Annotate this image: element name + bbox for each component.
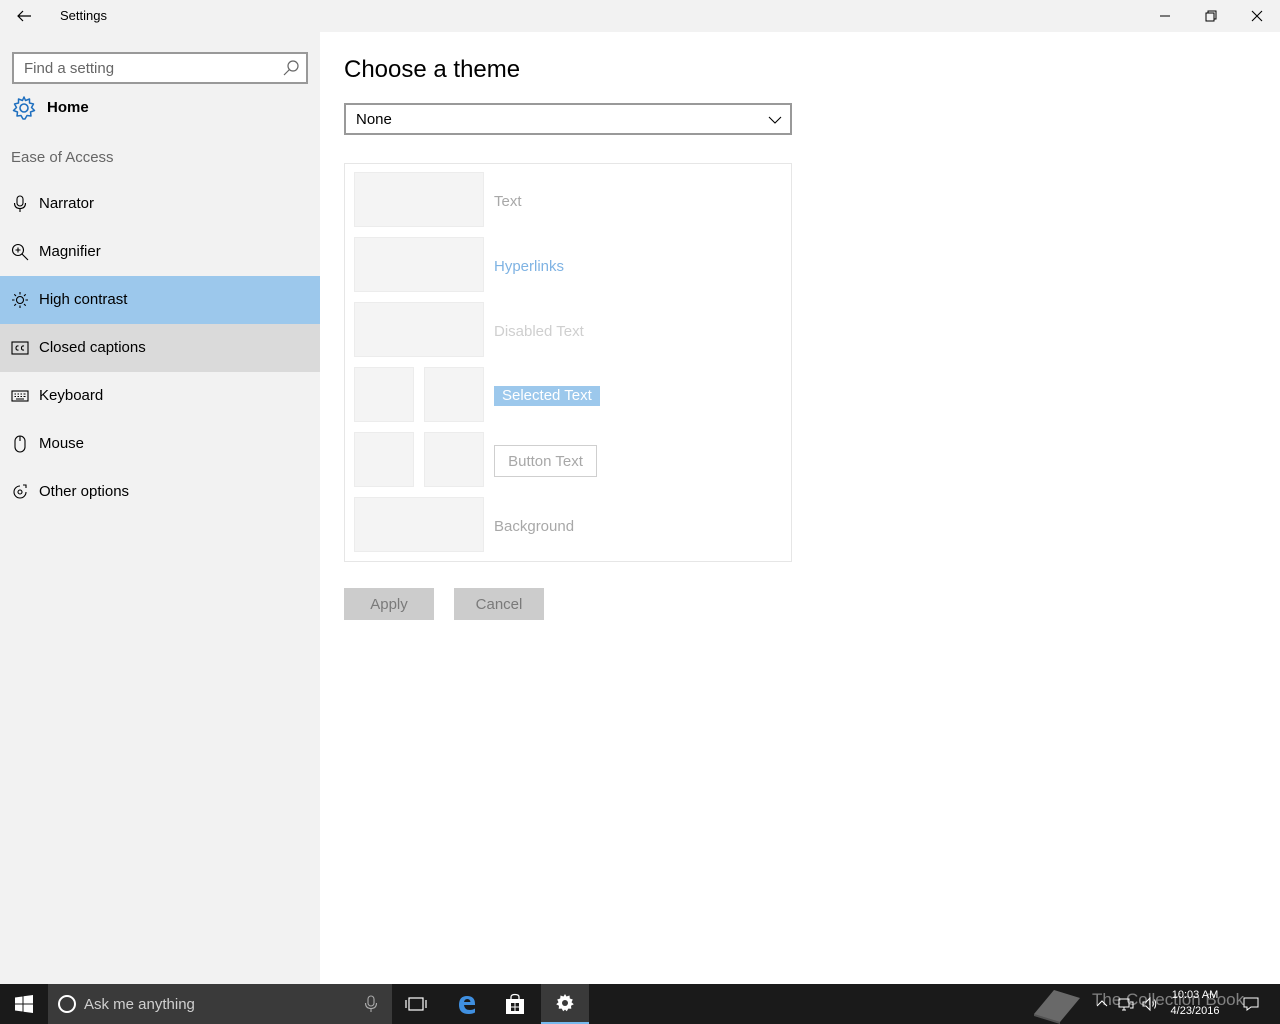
- sidebar-item-mouse[interactable]: Mouse: [0, 420, 320, 468]
- sidebar-item-closed-captions[interactable]: Closed captions: [0, 324, 320, 372]
- windows-logo-icon: [15, 995, 33, 1013]
- notification-icon: [1243, 997, 1259, 1011]
- sidebar-item-other-options[interactable]: Other options: [0, 468, 320, 516]
- selected-text-fg-swatch[interactable]: [354, 367, 414, 422]
- preview-hyperlinks-label: Hyperlinks: [494, 258, 565, 275]
- home-label: Home: [47, 99, 89, 116]
- back-arrow-icon: [17, 10, 31, 22]
- selected-text-bg-swatch[interactable]: [424, 367, 484, 422]
- book-icon: [1034, 990, 1080, 1024]
- preview-disabled-text-label: Disabled Text: [494, 323, 584, 340]
- back-button[interactable]: [0, 0, 48, 32]
- hyperlink-color-swatch[interactable]: [354, 237, 484, 292]
- cortana-icon[interactable]: [58, 995, 76, 1013]
- taskbar-search-box[interactable]: Ask me anything: [48, 984, 392, 1024]
- section-label: Ease of Access: [11, 149, 114, 166]
- show-hidden-icons-button[interactable]: [1092, 984, 1112, 1024]
- sidebar-item-label: Keyboard: [39, 387, 104, 404]
- closed-captions-icon: [11, 341, 29, 355]
- taskbar-search-placeholder: Ask me anything: [84, 996, 195, 1013]
- disabled-text-color-swatch[interactable]: [354, 302, 484, 357]
- preview-text-label: Text: [494, 193, 522, 210]
- background-color-swatch[interactable]: [354, 497, 484, 552]
- preview-selected-text-label: Selected Text: [494, 386, 600, 406]
- button-text-fg-swatch[interactable]: [354, 432, 414, 487]
- apply-button[interactable]: Apply: [344, 588, 434, 620]
- network-icon: [1118, 998, 1134, 1011]
- action-center-button[interactable]: [1238, 984, 1264, 1024]
- gear-icon: [12, 96, 36, 120]
- edge-browser-icon: [459, 996, 475, 1014]
- main-content: Choose a theme None Text Hyperlinks Disa…: [320, 32, 1280, 984]
- edge-button[interactable]: [443, 984, 491, 1024]
- other-options-icon: [13, 484, 27, 499]
- volume-tray-button[interactable]: [1140, 984, 1160, 1024]
- sidebar-item-label: Other options: [39, 483, 130, 500]
- restore-icon: [1205, 10, 1217, 22]
- minimize-icon: [1160, 15, 1170, 17]
- clock-date: 4/23/2016: [1170, 1005, 1220, 1017]
- close-button[interactable]: [1234, 0, 1280, 32]
- theme-dropdown-value: None: [356, 111, 392, 128]
- sidebar-item-label: Magnifier: [39, 243, 101, 260]
- magnifier-icon: [11, 243, 29, 261]
- sidebar-item-label: Narrator: [39, 195, 95, 212]
- chevron-down-icon: [768, 116, 782, 124]
- restore-button[interactable]: [1188, 0, 1234, 32]
- theme-preview-panel: Text Hyperlinks Disabled Text Selected T…: [344, 163, 792, 562]
- settings-taskbar-button[interactable]: [541, 984, 589, 1024]
- gear-icon: [556, 994, 574, 1012]
- cancel-button[interactable]: Cancel: [454, 588, 544, 620]
- window-title: Settings: [60, 8, 107, 23]
- home-nav-item[interactable]: Home: [0, 88, 320, 128]
- mouse-icon: [14, 435, 26, 453]
- taskbar: Ask me anything The Collection Book 10:0…: [0, 984, 1280, 1024]
- search-box[interactable]: [12, 52, 308, 84]
- theme-dropdown[interactable]: None: [344, 103, 792, 135]
- title-bar: Settings: [0, 0, 1280, 32]
- clock-time: 10:03 AM: [1171, 989, 1219, 1001]
- task-view-icon: [405, 997, 427, 1011]
- microphone-icon[interactable]: [364, 995, 378, 1013]
- page-title: Choose a theme: [344, 56, 521, 83]
- close-icon: [1251, 10, 1263, 22]
- store-button[interactable]: [491, 984, 539, 1024]
- sun-icon: [12, 292, 28, 308]
- speaker-icon: [1142, 996, 1157, 1012]
- sidebar-item-label: Closed captions: [39, 339, 146, 356]
- start-button[interactable]: [0, 984, 48, 1024]
- sidebar-item-label: High contrast: [39, 291, 128, 308]
- network-tray-button[interactable]: [1116, 984, 1136, 1024]
- sidebar-item-keyboard[interactable]: Keyboard: [0, 372, 320, 420]
- text-color-swatch[interactable]: [354, 172, 484, 227]
- button-text-bg-swatch[interactable]: [424, 432, 484, 487]
- preview-background-label: Background: [494, 518, 575, 535]
- sidebar-item-high-contrast[interactable]: High contrast: [0, 276, 320, 324]
- keyboard-icon: [11, 390, 29, 402]
- search-icon[interactable]: [282, 59, 300, 77]
- store-bag-icon: [506, 993, 524, 1014]
- minimize-button[interactable]: [1142, 0, 1188, 32]
- search-input[interactable]: [14, 54, 278, 82]
- sidebar-item-narrator[interactable]: Narrator: [0, 180, 320, 228]
- task-view-button[interactable]: [392, 984, 440, 1024]
- microphone-icon: [13, 195, 27, 212]
- preview-button-text-label: Button Text: [494, 445, 597, 477]
- chevron-up-icon: [1096, 1000, 1108, 1007]
- sidebar-item-label: Mouse: [39, 435, 85, 452]
- clock[interactable]: 10:03 AM 4/23/2016: [1160, 987, 1230, 1019]
- sidebar-item-magnifier[interactable]: Magnifier: [0, 228, 320, 276]
- sidebar: Home Ease of Access Narrator Magnifier H…: [0, 32, 320, 984]
